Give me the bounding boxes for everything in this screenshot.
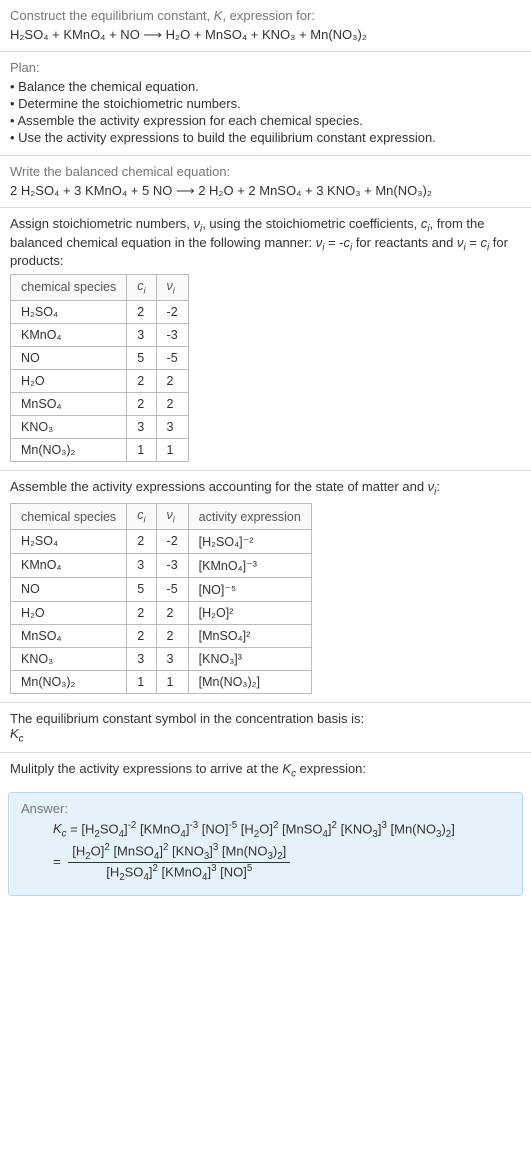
kc-symbol-line2: Kc — [10, 726, 521, 745]
multiply-section: Mulitply the activity expressions to arr… — [0, 753, 531, 788]
plan-section: Plan: Balance the chemical equation. Det… — [0, 52, 531, 155]
table-row: H₂SO₄2-2 — [11, 300, 189, 323]
table-row: NO5-5[NO]⁻⁵ — [11, 577, 312, 601]
stoich-table: chemical species ci νi H₂SO₄2-2 KMnO₄3-3… — [10, 274, 189, 462]
answer-box: Answer: Kc = K𝒸 = [H₂SO₄]⁻² [KMnO₄]⁻³ [N… — [8, 792, 523, 896]
intro-equation: H₂SO₄ + KMnO₄ + NO ⟶ H₂O + MnSO₄ + KNO₃ … — [10, 27, 521, 43]
table-row: KNO₃33[KNO₃]³ — [11, 647, 312, 670]
plan-heading: Plan: — [10, 60, 521, 75]
activity-table: chemical species ci νi activity expressi… — [10, 503, 312, 694]
table-row: KNO₃33 — [11, 415, 189, 438]
kc-symbol-line1: The equilibrium constant symbol in the c… — [10, 711, 521, 726]
stoich-heading: Assign stoichiometric numbers, νi, using… — [10, 216, 521, 268]
plan-item: Use the activity expressions to build th… — [10, 130, 521, 145]
answer-line2: = [H2O]2 [MnSO4]2 [KNO3]3 [Mn(NO3)2] [H2… — [21, 840, 510, 885]
answer-fraction: [H2O]2 [MnSO4]2 [KNO3]3 [Mn(NO3)2] [H2SO… — [68, 842, 290, 883]
col-v: νi — [156, 504, 188, 530]
balanced-equation: 2 H₂SO₄ + 3 KMnO₄ + 5 NO ⟶ 2 H₂O + 2 MnS… — [10, 183, 521, 199]
answer-line1: Kc = K𝒸 = [H₂SO₄]⁻² [KMnO₄]⁻³ [NO]⁻⁵ [H₂… — [21, 820, 510, 840]
fraction-denominator: [H2SO4]2 [KMnO4]3 [NO]5 — [68, 863, 290, 883]
activity-section: Assemble the activity expressions accoun… — [0, 471, 531, 702]
table-row: H₂O22 — [11, 369, 189, 392]
plan-item: Balance the chemical equation. — [10, 79, 521, 94]
table-row: H₂SO₄2-2[H₂SO₄]⁻² — [11, 529, 312, 553]
answer-eq-prefix: = — [53, 854, 64, 869]
table-row: KMnO₄3-3 — [11, 323, 189, 346]
plan-list: Balance the chemical equation. Determine… — [10, 79, 521, 145]
multiply-heading: Mulitply the activity expressions to arr… — [10, 761, 521, 780]
col-c: ci — [127, 504, 156, 530]
fraction-numerator: [H2O]2 [MnSO4]2 [KNO3]3 [Mn(NO3)2] — [68, 842, 290, 863]
balanced-section: Write the balanced chemical equation: 2 … — [0, 156, 531, 207]
col-c: ci — [127, 275, 156, 301]
col-species: chemical species — [11, 275, 127, 301]
table-row: H₂O22[H₂O]² — [11, 601, 312, 624]
activity-heading: Assemble the activity expressions accoun… — [10, 479, 521, 498]
intro-section: Construct the equilibrium constant, K, e… — [0, 0, 531, 51]
table-row: Mn(NO₃)₂11 — [11, 438, 189, 461]
kc-symbol-section: The equilibrium constant symbol in the c… — [0, 703, 531, 753]
col-species: chemical species — [11, 504, 127, 530]
answer-label: Answer: — [21, 801, 510, 816]
table-header-row: chemical species ci νi activity expressi… — [11, 504, 312, 530]
table-row: MnSO₄22 — [11, 392, 189, 415]
balanced-heading: Write the balanced chemical equation: — [10, 164, 521, 179]
col-v: νi — [156, 275, 188, 301]
table-row: Mn(NO₃)₂11[Mn(NO₃)₂] — [11, 670, 312, 693]
plan-item: Assemble the activity expression for eac… — [10, 113, 521, 128]
table-row: KMnO₄3-3[KMnO₄]⁻³ — [11, 553, 312, 577]
table-header-row: chemical species ci νi — [11, 275, 189, 301]
stoich-section: Assign stoichiometric numbers, νi, using… — [0, 208, 531, 470]
table-row: MnSO₄22[MnSO₄]² — [11, 624, 312, 647]
intro-prompt: Construct the equilibrium constant, K, e… — [10, 8, 521, 23]
col-expr: activity expression — [188, 504, 311, 530]
table-row: NO5-5 — [11, 346, 189, 369]
plan-item: Determine the stoichiometric numbers. — [10, 96, 521, 111]
